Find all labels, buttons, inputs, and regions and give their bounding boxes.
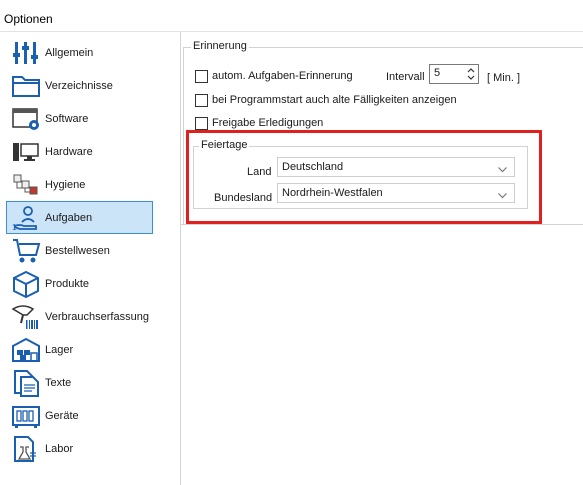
sidebar-item-label: Labor: [45, 442, 74, 455]
hygiene-icon: [10, 169, 42, 201]
interval-label: Intervall: [386, 71, 425, 83]
sidebar-item-label: Geräte: [45, 409, 79, 422]
erinnerung-group-title: Erinnerung: [191, 40, 249, 52]
sidebar-item-label: Aufgaben: [45, 211, 93, 224]
interval-value: 5: [434, 67, 441, 79]
auto-reminder-checkbox[interactable]: [195, 70, 208, 83]
sidebar-item-bestellwesen[interactable]: Bestellwesen: [6, 234, 153, 267]
release-checkbox[interactable]: [195, 117, 208, 130]
sidebar-item-label: Hygiene: [45, 178, 86, 191]
computer-icon: [10, 136, 42, 168]
barcode-scanner-icon: [10, 301, 42, 333]
device-icon: [10, 400, 42, 432]
sidebar-item-aufgaben[interactable]: 1 Aufgaben: [6, 201, 153, 234]
sidebar-item-allgemein[interactable]: Allgemein: [6, 36, 153, 69]
sidebar-item-labor[interactable]: Labor: [6, 432, 153, 465]
lab-icon: [10, 433, 42, 465]
sidebar-item-label: Texte: [45, 376, 72, 389]
sidebar-item-label: Lager: [45, 343, 74, 356]
sidebar-item-verzeichnisse[interactable]: Verzeichnisse: [6, 69, 153, 102]
sidebar: Allgemein Verzeichnisse Software Hardwar…: [3, 32, 181, 485]
show-overdue-label: bei Programmstart auch alte Fälligkeiten…: [212, 94, 457, 106]
hand-person-icon: 1: [10, 202, 42, 234]
sidebar-item-label: Verzeichnisse: [45, 79, 113, 92]
sidebar-item-texte[interactable]: Texte: [6, 366, 153, 399]
sidebar-item-geraete[interactable]: Geräte: [6, 399, 153, 432]
sidebar-item-label: Produkte: [45, 277, 90, 290]
sidebar-item-software[interactable]: Software: [6, 102, 153, 135]
folder-icon: [10, 70, 42, 102]
auto-reminder-label: autom. Aufgaben-Erinnerung: [212, 70, 353, 82]
sidebar-item-label: Bestellwesen: [45, 244, 110, 257]
cart-icon: [10, 235, 42, 267]
highlight-box: [186, 130, 542, 224]
documents-icon: [10, 367, 42, 399]
release-label: Freigabe Erledigungen: [212, 117, 324, 129]
sidebar-item-label: Software: [45, 112, 89, 125]
spinner-arrows-icon[interactable]: [466, 65, 476, 83]
software-window-icon: [10, 103, 42, 135]
svg-text:1: 1: [12, 223, 17, 232]
show-overdue-checkbox[interactable]: [195, 94, 208, 107]
interval-unit: [ Min. ]: [487, 72, 521, 84]
sidebar-item-label: Verbrauchserfassung: [45, 310, 149, 323]
sidebar-item-hygiene[interactable]: Hygiene: [6, 168, 153, 201]
sidebar-item-hardware[interactable]: Hardware: [6, 135, 153, 168]
sidebar-item-lager[interactable]: Lager: [6, 333, 153, 366]
sidebar-item-produkte[interactable]: Produkte: [6, 267, 153, 300]
sidebar-item-label: Allgemein: [45, 46, 94, 59]
warehouse-icon: [10, 334, 42, 366]
window-title: Optionen: [4, 12, 53, 26]
sidebar-item-label: Hardware: [45, 145, 93, 158]
box-icon: [10, 268, 42, 300]
content-separator: [181, 224, 583, 225]
sidebar-divider: [180, 32, 181, 485]
sliders-icon: [10, 37, 42, 69]
interval-spinner[interactable]: 5: [429, 64, 479, 84]
sidebar-item-verbrauchserfassung[interactable]: Verbrauchserfassung: [6, 300, 153, 333]
